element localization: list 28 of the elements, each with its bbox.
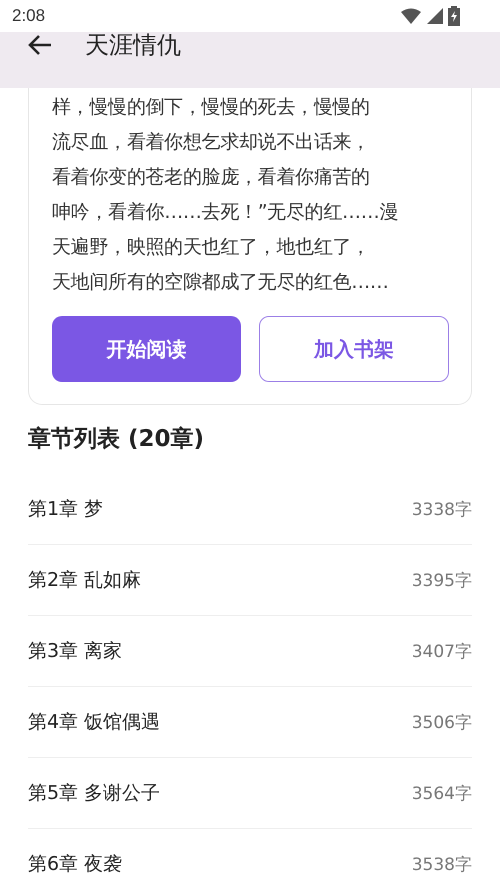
- chapter-title: 第4章 饭馆偶遇: [28, 710, 160, 735]
- page-title: 天涯情仇: [85, 32, 181, 58]
- status-time: 2:08: [12, 6, 46, 26]
- chapter-item[interactable]: 第2章 乱如麻 3395字: [28, 545, 472, 616]
- word-count: 3564字: [412, 782, 472, 804]
- section-heading: 章节列表 (20章): [28, 425, 206, 454]
- chapter-item[interactable]: 第3章 离家 3407字: [28, 616, 472, 687]
- chapter-title: 第1章 梦: [28, 497, 104, 522]
- word-count: 3538字: [412, 854, 472, 876]
- intro-text: 样，慢慢的倒下，慢慢的死去，慢慢的 流尽血，看着你想乞求却说不出话来， 看着你变的苍老的脸庞，看着你痛苦的 呻吟，看着你……去死！”无尽的红……漫 天遍野，映照的天也红了，地也红了， 天地间所有的空隙都成了无尽的红色……: [52, 95, 400, 295]
- word-count: 3338字: [412, 498, 472, 520]
- chapter-item[interactable]: 第5章 多谢公子 3564字: [28, 758, 472, 829]
- word-count: 3407字: [412, 640, 472, 662]
- add-to-shelf-button[interactable]: 加入书架: [258, 316, 449, 382]
- word-count: 3395字: [412, 570, 472, 592]
- signal-icon: [426, 8, 444, 24]
- chapter-item[interactable]: 第6章 夜袭 3538字: [28, 829, 472, 889]
- chapter-title: 第2章 乱如麻: [28, 568, 142, 593]
- chapter-title: 第3章 离家: [28, 639, 122, 664]
- wifi-icon: [400, 8, 422, 24]
- chapter-item[interactable]: 第4章 饭馆偶遇 3506字: [28, 687, 472, 758]
- chapter-item[interactable]: 第1章 梦 3338字: [28, 474, 472, 545]
- word-count: 3506字: [412, 712, 472, 734]
- back-arrow-icon[interactable]: [27, 32, 53, 56]
- start-reading-button[interactable]: 开始阅读: [52, 316, 240, 382]
- chapter-title: 第5章 多谢公子: [28, 781, 160, 806]
- chapter-title: 第6章 夜袭: [28, 852, 122, 877]
- battery-icon: [448, 6, 460, 26]
